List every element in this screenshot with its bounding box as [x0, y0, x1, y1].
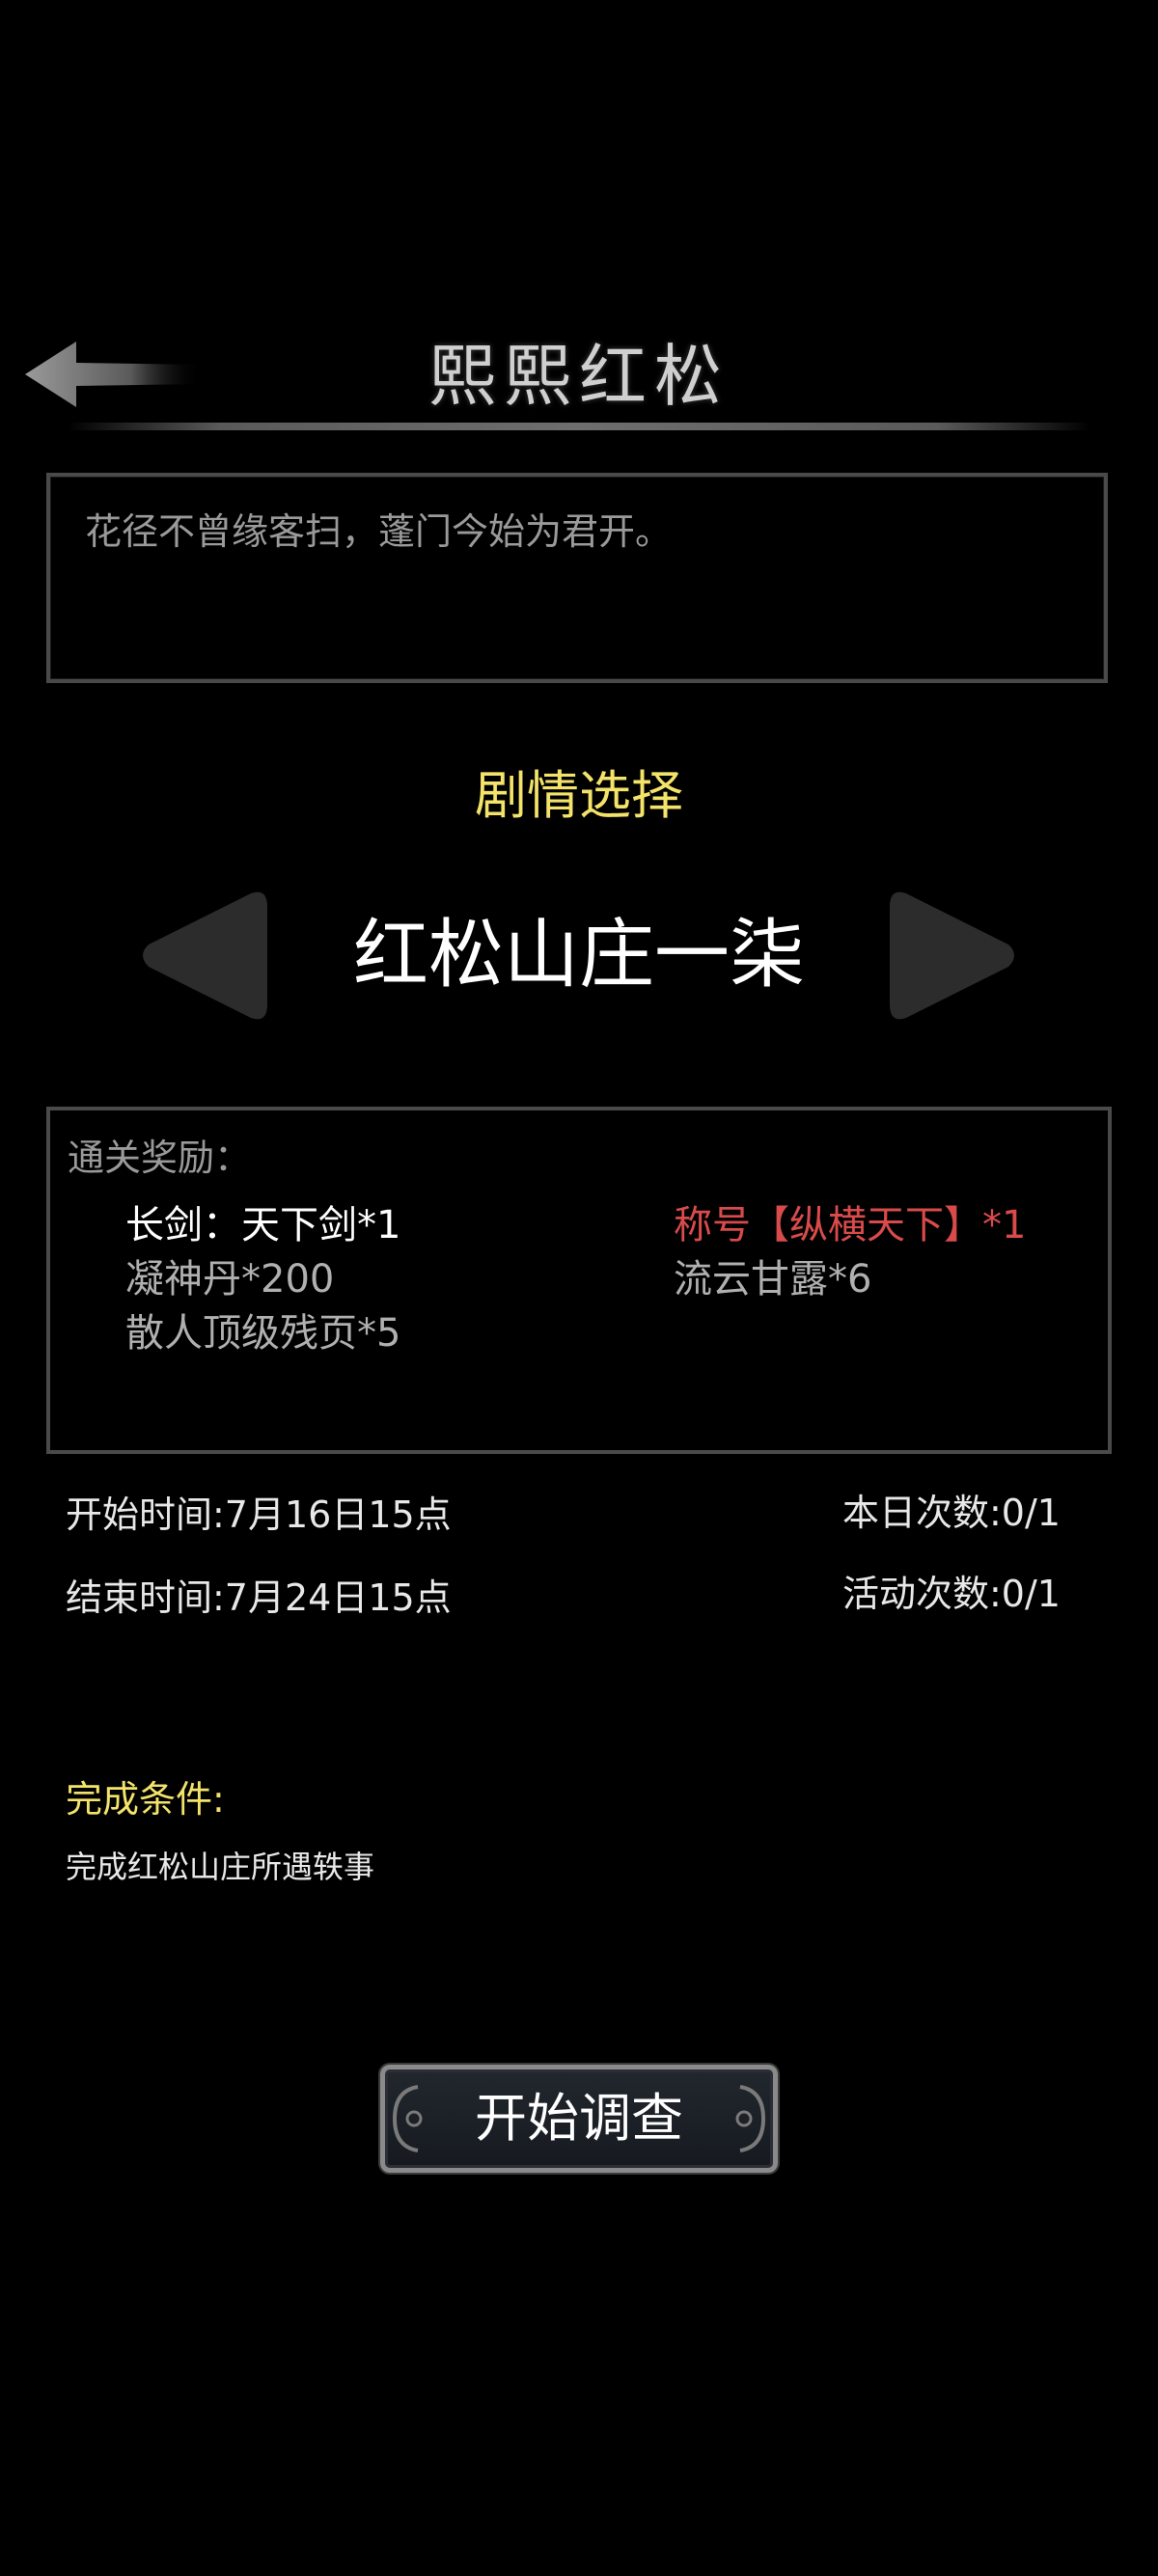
reward-item: 长剑：天下剑*1 — [125, 1203, 401, 1247]
reward-item: 凝神丹*200 — [125, 1257, 335, 1302]
reward-item: 散人顶级残页*5 — [125, 1311, 401, 1356]
start-button-label: 开始调查 — [475, 2088, 683, 2149]
end-time: 结束时间:7月24日15点 — [66, 1576, 452, 1619]
page-title: 熙熙红松 — [428, 337, 730, 416]
condition-label: 完成条件: — [66, 1778, 225, 1821]
triangle-right-icon — [890, 891, 1014, 1020]
next-chapter-button[interactable] — [890, 886, 1020, 1026]
rewards-label: 通关奖励： — [68, 1137, 252, 1179]
chapter-name: 红松山庄一柒 — [352, 912, 805, 999]
condition-text: 完成红松山庄所遇轶事 — [66, 1849, 375, 1885]
event-count: 活动次数:0/1 — [842, 1573, 1061, 1615]
start-time: 开始时间:7月16日15点 — [66, 1494, 452, 1536]
start-investigation-button[interactable]: 开始调查 — [380, 2065, 778, 2173]
plot-select-label: 剧情选择 — [475, 765, 683, 826]
title-divider — [68, 423, 1090, 430]
description-text: 花径不曾缘客扫，蓬门今始为君开。 — [85, 510, 673, 553]
daily-count: 本日次数:0/1 — [842, 1492, 1061, 1534]
previous-chapter-button[interactable] — [137, 886, 267, 1026]
reward-item: 流云甘露*6 — [674, 1257, 872, 1302]
triangle-left-icon — [143, 891, 267, 1020]
reward-item: 称号【纵横天下】*1 — [674, 1203, 1027, 1247]
